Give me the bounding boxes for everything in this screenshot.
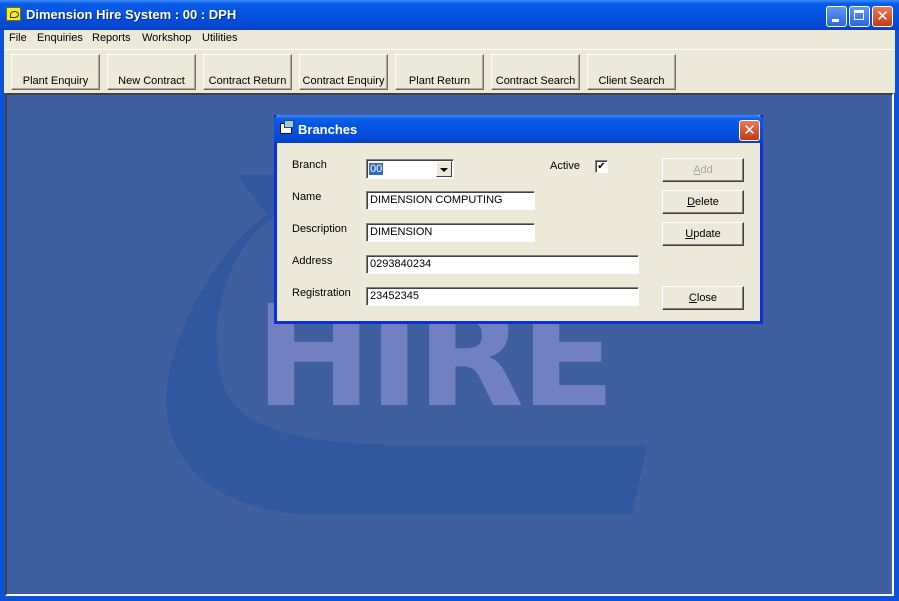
contract-enquiry-button[interactable]: Contract Enquiry	[299, 54, 388, 90]
close-button[interactable]: ✕	[872, 6, 893, 27]
client-search-button[interactable]: Client Search	[587, 54, 676, 90]
add-button[interactable]: Add	[662, 158, 744, 182]
close-icon: ✕	[876, 7, 889, 25]
plant-return-button[interactable]: Plant Return	[395, 54, 484, 90]
menu-file[interactable]: File	[9, 32, 27, 44]
registration-field[interactable]: 23452345	[366, 287, 639, 306]
menu-bar: File Enquiries Reports Workshop Utilitie…	[4, 30, 895, 49]
branches-dialog: Branches ✕ Branch 00 Active ✔ Name DIMEN…	[274, 115, 763, 324]
app-icon[interactable]	[6, 7, 21, 21]
registration-label: Registration	[292, 287, 351, 299]
new-contract-button[interactable]: New Contract	[107, 54, 196, 90]
address-field[interactable]: 0293840234	[366, 255, 639, 274]
menu-utilities[interactable]: Utilities	[202, 32, 237, 44]
maximize-button[interactable]	[849, 6, 870, 27]
minimize-button[interactable]	[826, 6, 847, 27]
chevron-down-icon[interactable]	[436, 161, 452, 177]
contract-search-button[interactable]: Contract Search	[491, 54, 580, 90]
name-field[interactable]: DIMENSION COMPUTING	[366, 191, 535, 210]
menu-reports[interactable]: Reports	[92, 32, 131, 44]
title-bar[interactable]: Dimension Hire System : 00 : DPH ✕	[0, 0, 899, 30]
branch-label: Branch	[292, 159, 327, 171]
menu-workshop[interactable]: Workshop	[142, 32, 191, 44]
dialog-close-button[interactable]: ✕	[739, 120, 760, 141]
dialog-title-bar[interactable]: Branches ✕	[274, 115, 763, 143]
name-label: Name	[292, 191, 322, 203]
address-label: Address	[292, 255, 333, 267]
close-dialog-button[interactable]: Close	[662, 286, 744, 310]
close-icon: ✕	[743, 121, 756, 139]
branch-value: 00	[369, 163, 384, 175]
branch-combo[interactable]: 00	[366, 159, 454, 179]
active-checkbox[interactable]: ✔	[595, 160, 608, 173]
description-field[interactable]: DIMENSION	[366, 223, 535, 242]
contract-return-button[interactable]: Contract Return	[203, 54, 292, 90]
toolbar: Plant Enquiry New Contract Contract Retu…	[4, 49, 895, 93]
dialog-title: Branches	[298, 122, 358, 137]
description-label: Description	[292, 223, 348, 235]
update-button[interactable]: Update	[662, 222, 744, 246]
active-label: Active	[550, 160, 580, 172]
delete-button[interactable]: Delete	[662, 190, 744, 214]
dialog-icon	[280, 120, 294, 134]
menu-enquiries[interactable]: Enquiries	[37, 32, 83, 44]
window-title: Dimension Hire System : 00 : DPH	[26, 7, 237, 22]
plant-enquiry-button[interactable]: Plant Enquiry	[11, 54, 100, 90]
